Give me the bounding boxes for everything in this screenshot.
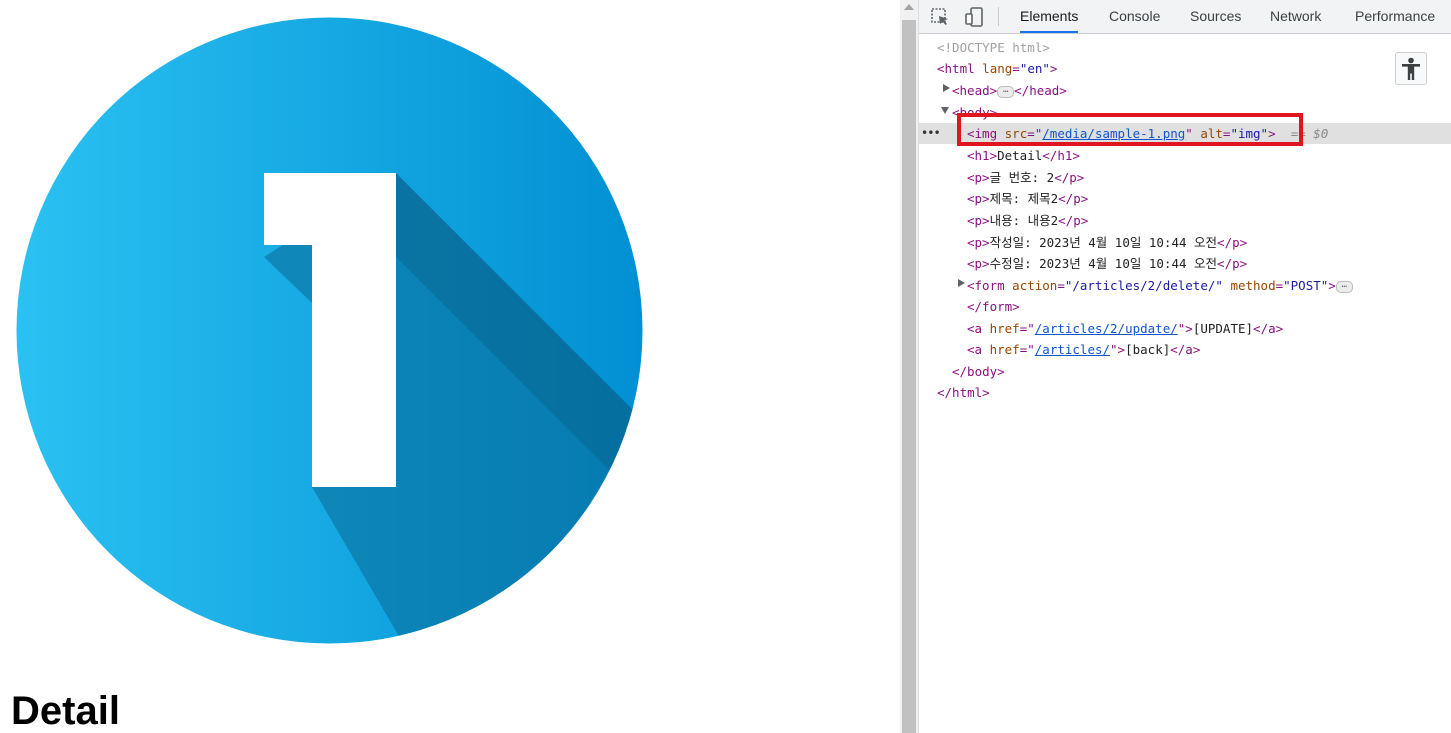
tree-line-a-update[interactable]: <a href="/articles/2/update/">[UPDATE]</… — [967, 318, 1283, 339]
device-toggle-icon[interactable] — [963, 6, 985, 28]
tree-line-doctype[interactable]: <!DOCTYPE html> — [937, 37, 1050, 58]
tab-network[interactable]: Network — [1270, 0, 1321, 33]
tree-line-p[interactable]: <p>글 번호: 2</p> — [967, 167, 1084, 188]
page-title: Detail — [11, 689, 120, 733]
tree-line-head[interactable]: <head>… </head> — [952, 80, 1067, 101]
rendered-page: Detail — [0, 0, 900, 733]
accessibility-tree-button[interactable] — [1395, 52, 1427, 85]
tab-performance[interactable]: Performance — [1355, 0, 1435, 33]
tree-line-p[interactable]: <p>작성일: 2023년 4월 10일 10:44 오전</p> — [967, 232, 1247, 253]
inspect-icon[interactable] — [929, 6, 951, 28]
toolbar-separator — [998, 7, 999, 26]
tree-line-html-close[interactable]: </html> — [937, 382, 990, 403]
tab-sources[interactable]: Sources — [1190, 0, 1241, 33]
tree-line-p[interactable]: <p>제목: 제목2</p> — [967, 188, 1088, 209]
devtools-toolbar: Elements Console Sources Network Perform… — [919, 0, 1451, 34]
article-image — [16, 17, 643, 644]
tree-line-form-close[interactable]: </form> — [967, 296, 1020, 317]
scroll-thumb[interactable] — [902, 20, 916, 733]
expand-form-icon[interactable] — [958, 279, 965, 287]
page-scrollbar[interactable] — [900, 0, 919, 733]
ellipsis-icon[interactable]: ••• — [921, 123, 941, 144]
tab-console[interactable]: Console — [1109, 0, 1160, 33]
tree-line-a-back[interactable]: <a href="/articles/">[back]</a> — [967, 339, 1200, 360]
collapsed-ellipsis-icon[interactable]: … — [997, 85, 1015, 98]
tree-line-html[interactable]: <html lang="en"> — [937, 58, 1057, 79]
highlight-annotation-box — [957, 113, 1303, 146]
tab-elements[interactable]: Elements — [1020, 0, 1079, 33]
collapsed-ellipsis-icon[interactable]: … — [1335, 280, 1353, 293]
devtools-panel: Elements Console Sources Network Perform… — [919, 0, 1451, 733]
expand-head-icon[interactable] — [943, 84, 950, 92]
collapse-body-icon[interactable] — [941, 107, 949, 114]
accessibility-icon — [1402, 57, 1420, 80]
tree-line-p[interactable]: <p>수정일: 2023년 4월 10일 10:44 오전</p> — [967, 253, 1247, 274]
tree-line-body-close[interactable]: </body> — [952, 361, 1005, 382]
tree-line-form[interactable]: <form action="/articles/2/delete/" metho… — [967, 275, 1353, 296]
tree-line-p[interactable]: <p>내용: 내용2</p> — [967, 210, 1088, 231]
scroll-up-arrow-icon[interactable] — [904, 4, 914, 10]
update-href-link[interactable]: /articles/2/update/ — [1035, 321, 1178, 336]
tree-line-h1[interactable]: <h1>Detail</h1> — [967, 145, 1080, 166]
back-href-link[interactable]: /articles/ — [1035, 342, 1110, 357]
